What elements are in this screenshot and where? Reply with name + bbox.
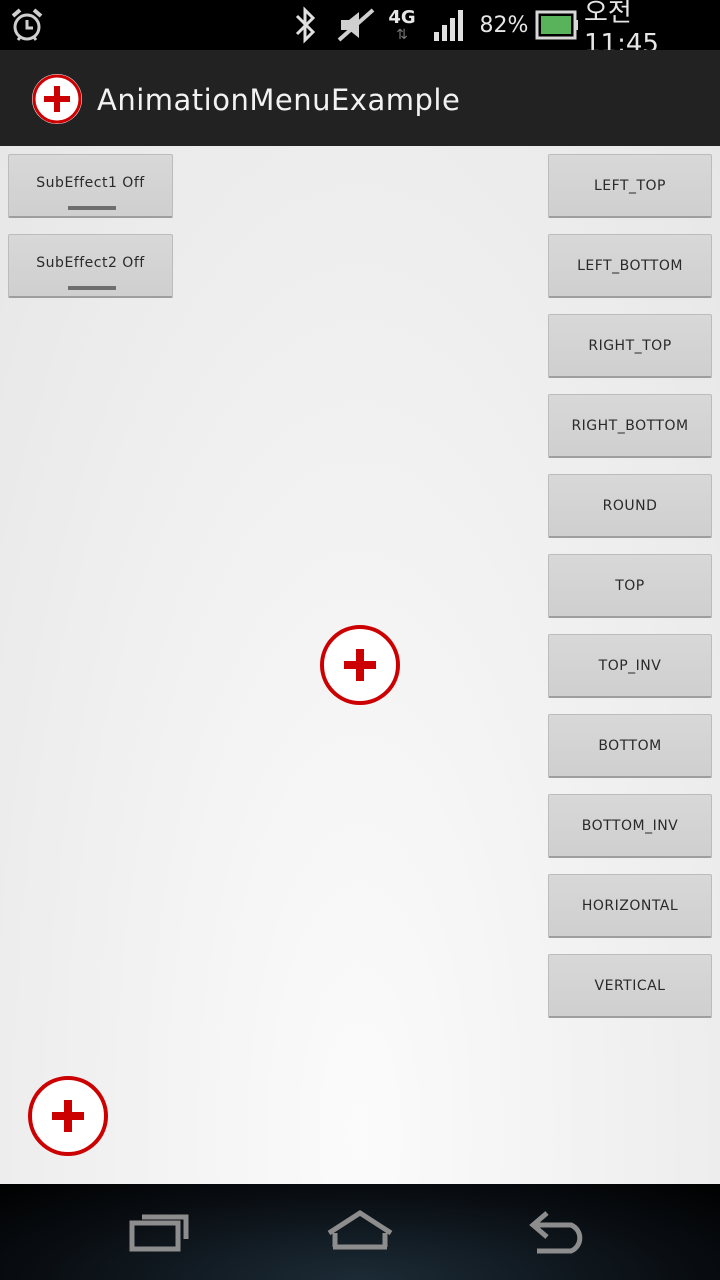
bottom-inv-button[interactable]: BOTTOM_INV [548,794,712,858]
battery-percent: 82% [479,12,529,38]
center-plus-menu-button[interactable] [319,624,401,706]
left-bottom-button[interactable]: LEFT_BOTTOM [548,234,712,298]
corner-plus-menu-button[interactable] [27,1075,109,1157]
subeffect1-label: SubEffect1 Off [36,174,145,191]
right-bottom-button[interactable]: RIGHT_BOTTOM [548,394,712,458]
alarm-icon [8,0,46,50]
bottom-button[interactable]: BOTTOM [548,714,712,778]
vertical-button[interactable]: VERTICAL [548,954,712,1018]
bluetooth-icon [288,0,322,50]
round-button[interactable]: ROUND [548,474,712,538]
subeffect2-toggle-button[interactable]: SubEffect2 Off [8,234,173,298]
back-icon[interactable] [505,1202,615,1262]
clock: 오전 11:45 [584,0,659,59]
right-top-button[interactable]: RIGHT_TOP [548,314,712,378]
home-icon[interactable] [305,1202,415,1262]
recent-apps-icon[interactable] [105,1202,215,1262]
left-top-button[interactable]: LEFT_TOP [548,154,712,218]
battery-icon [534,0,580,50]
top-inv-button[interactable]: TOP_INV [548,634,712,698]
status-bar: 4G ⇅ 82% 오전 11:45 [0,0,720,59]
subeffect2-label: SubEffect2 Off [36,254,145,271]
action-bar: AnimationMenuExample [0,50,720,146]
toggle-indicator [68,286,116,290]
mute-icon [336,0,376,50]
horizontal-button[interactable]: HORIZONTAL [548,874,712,938]
network-type: 4G ⇅ [388,7,416,43]
main-content: SubEffect1 Off SubEffect2 Off LEFT_TOP L… [0,146,720,1184]
top-button[interactable]: TOP [548,554,712,618]
app-title: AnimationMenuExample [97,83,461,117]
navigation-bar [0,1184,720,1280]
signal-icon [430,0,470,50]
plus-circle-icon[interactable] [30,72,84,126]
toggle-indicator [68,206,116,210]
subeffect1-toggle-button[interactable]: SubEffect1 Off [8,154,173,218]
